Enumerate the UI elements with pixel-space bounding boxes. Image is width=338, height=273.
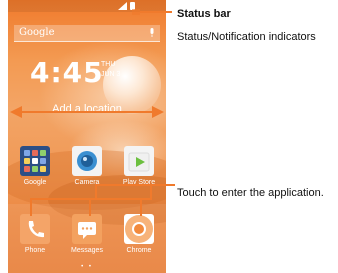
app-play-store[interactable]: Play Store — [119, 146, 159, 186]
signal-icon — [118, 2, 127, 10]
search-provider-label: Google — [19, 27, 55, 38]
mic-icon[interactable] — [149, 28, 155, 38]
apps-bracket-right — [150, 184, 152, 199]
app-label: Chrome — [126, 247, 152, 254]
apps-bracket-top — [95, 184, 175, 186]
apps-bracket-bottom — [30, 198, 152, 200]
clock-day: THU — [101, 61, 116, 68]
app-label: Google — [23, 179, 47, 186]
clock-month-date: JUN 3 — [101, 71, 121, 78]
camera-icon — [72, 146, 102, 176]
app-phone[interactable]: Phone — [15, 214, 55, 254]
touch-hint: Touch to enter the application. — [177, 187, 324, 199]
apps-bracket-tick — [140, 198, 142, 216]
clock-date: THU JUN 3 — [101, 60, 120, 80]
page-indicator: • • — [81, 264, 93, 270]
apps-bracket-tick — [89, 198, 91, 216]
arrow-right-icon — [152, 106, 164, 118]
app-camera[interactable]: Camera — [67, 146, 107, 186]
status-bar-leader-line — [140, 11, 172, 13]
app-messages[interactable]: Messages — [67, 214, 107, 254]
app-google[interactable]: Google — [15, 146, 55, 186]
phone-screen: Google 4:45 THU JUN 3 Add a location Goo… — [8, 0, 166, 273]
play-store-icon — [124, 146, 154, 176]
status-indicator-highlight — [132, 9, 140, 15]
messages-icon — [72, 214, 102, 244]
arrow-left-icon — [10, 106, 22, 118]
chrome-icon — [124, 214, 154, 244]
phone-icon — [20, 214, 50, 244]
app-label: Messages — [71, 247, 103, 254]
swipe-arrows — [10, 106, 164, 118]
status-bar-title: Status bar — [177, 8, 231, 20]
status-bar-description: Status/Notification indicators — [177, 31, 316, 43]
clock-time[interactable]: 4:45 — [30, 56, 104, 89]
app-chrome[interactable]: Chrome — [119, 214, 159, 254]
apps-bracket-tick — [30, 198, 32, 216]
search-bar[interactable]: Google — [14, 25, 160, 42]
google-folder-icon — [20, 146, 50, 176]
app-label: Phone — [24, 247, 46, 254]
apps-bracket-left — [95, 184, 97, 199]
